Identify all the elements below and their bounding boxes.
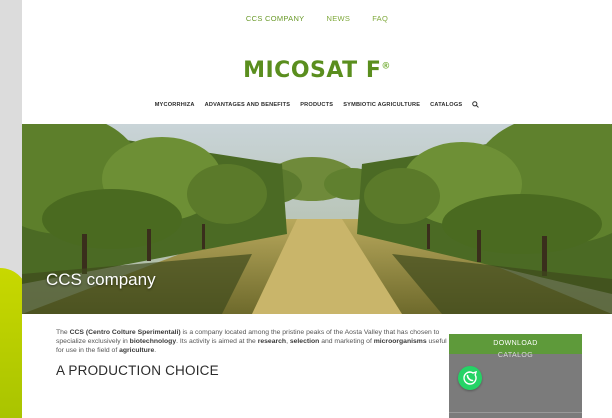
menu-item-mycorrhiza[interactable]: MYCORRHIZA bbox=[155, 102, 195, 108]
intro-paragraph: The CCS (Centro Colture Sperimentali) is… bbox=[56, 328, 447, 354]
main-menu: MYCORRHIZA ADVANTAGES AND BENEFITS PRODU… bbox=[22, 101, 612, 108]
logo-mark: ® bbox=[381, 61, 391, 72]
nav-faq[interactable]: FAQ bbox=[372, 14, 388, 23]
menu-item-advantages[interactable]: ADVANTAGES AND BENEFITS bbox=[205, 102, 291, 108]
nav-ccs-company[interactable]: CCS COMPANY bbox=[246, 14, 305, 23]
whatsapp-icon[interactable] bbox=[458, 366, 482, 390]
site-logo[interactable]: MICOSAT F® bbox=[22, 58, 612, 83]
top-nav: CCS COMPANY NEWS FAQ bbox=[22, 14, 612, 23]
menu-item-products[interactable]: PRODUCTS bbox=[300, 102, 333, 108]
catalog-label: CATALOG bbox=[497, 352, 534, 359]
hero-banner: CCS company bbox=[22, 124, 612, 314]
divider bbox=[449, 412, 582, 413]
menu-item-symbiotic-agriculture[interactable]: SYMBIOTIC AGRICULTURE bbox=[343, 102, 420, 108]
search-icon[interactable] bbox=[472, 101, 480, 108]
nav-news[interactable]: NEWS bbox=[326, 14, 350, 23]
menu-item-catalogs[interactable]: CATALOGS bbox=[430, 102, 462, 108]
download-label: DOWNLOAD bbox=[493, 340, 538, 347]
logo-text: MICOSAT F bbox=[243, 58, 382, 83]
download-catalog-button[interactable]: DOWNLOAD bbox=[449, 334, 582, 354]
hero-title: CCS company bbox=[46, 270, 156, 289]
section-heading: A PRODUCTION CHOICE bbox=[56, 363, 219, 378]
